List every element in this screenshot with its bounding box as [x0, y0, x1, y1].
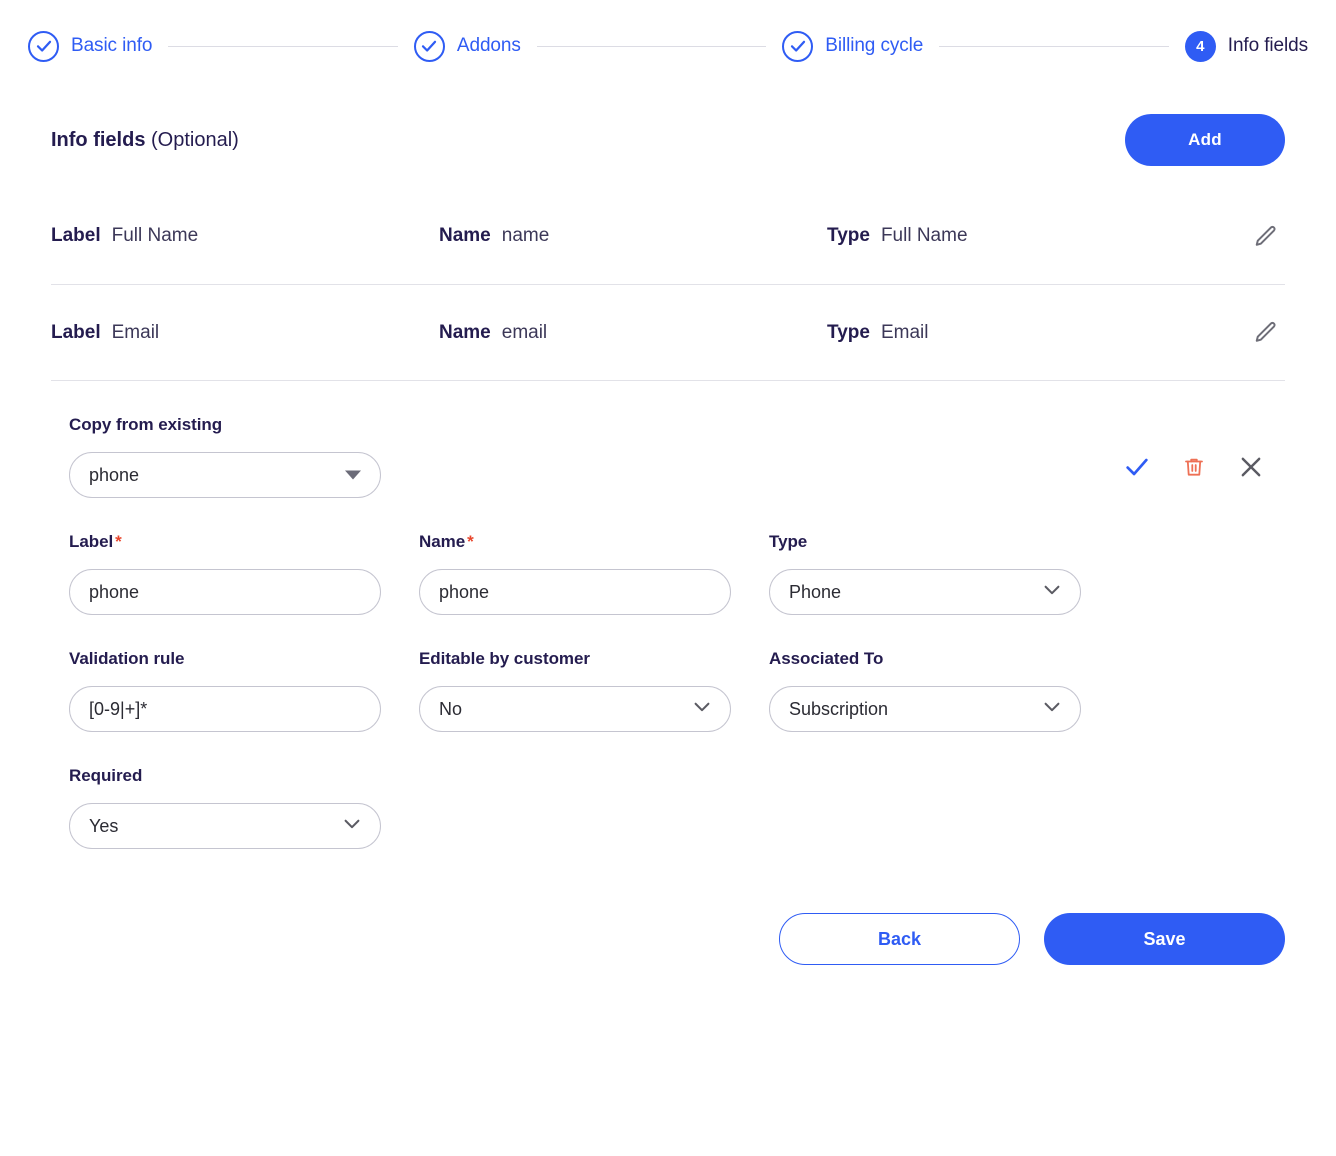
associated-to-select[interactable]: Subscription [769, 686, 1081, 732]
label-field-label-text: Label [69, 532, 114, 551]
step-connector [536, 45, 767, 47]
associated-to-label: Associated To [769, 649, 884, 668]
back-button[interactable]: Back [779, 913, 1020, 965]
label-value: Email [111, 321, 160, 343]
step-label: Info fields [1227, 35, 1309, 56]
check-circle-icon [782, 30, 814, 62]
type-select[interactable]: Phone [769, 569, 1081, 615]
required-asterisk: * [115, 532, 122, 551]
type-field-label: Type [769, 532, 808, 551]
step-billing-cycle[interactable]: Billing cycle [782, 30, 924, 62]
required-value: Yes [89, 815, 119, 836]
name-input-value: phone [439, 581, 490, 602]
label-field-label: Label * [69, 532, 381, 552]
validation-rule-value: [0-9|+]* [89, 698, 148, 719]
check-circle-icon [28, 30, 59, 62]
name-key: Name [439, 321, 491, 343]
label-input[interactable]: phone [69, 569, 381, 615]
editable-by-customer-value: No [439, 698, 463, 719]
type-select-value: Phone [789, 581, 842, 602]
required-group: Required Yes [69, 766, 381, 849]
type-key: Type [827, 225, 870, 246]
chevron-down-icon [345, 470, 361, 480]
chevron-down-icon [1041, 579, 1063, 606]
copy-from-existing-value: phone [89, 464, 140, 485]
name-value: email [501, 321, 548, 343]
name-key: Name [439, 225, 491, 246]
validation-rule-label: Validation rule [69, 649, 185, 668]
editor-row-3: Required Yes [69, 766, 1267, 849]
table-row: Label Full Name Name name Type Full Name [51, 188, 1285, 284]
step-connector [939, 45, 1169, 47]
required-select[interactable]: Yes [69, 803, 381, 849]
step-connector [168, 45, 398, 47]
associated-to-value: Subscription [789, 698, 889, 719]
row-name-cell: Name email [439, 322, 827, 344]
step-basic-info[interactable]: Basic info [28, 30, 153, 62]
step-number-badge: 4 [1184, 30, 1216, 62]
name-input[interactable]: phone [419, 569, 731, 615]
name-field-label: Name * [419, 532, 731, 552]
pencil-icon[interactable] [1245, 216, 1285, 256]
row-type-cell: Type Email [827, 322, 1245, 344]
type-field-group: Type Phone [769, 532, 1081, 615]
field-editor-panel: Copy from existing phone Label * phone N… [51, 381, 1285, 849]
close-icon[interactable] [1235, 451, 1267, 483]
step-info-fields[interactable]: 4 Info fields [1184, 30, 1309, 62]
wizard-stepper: Basic info Addons Billing cycle 4 Info f… [0, 0, 1336, 92]
copy-from-existing-row: Copy from existing phone [69, 415, 1267, 498]
chevron-down-icon [691, 696, 713, 723]
type-value: Full Name [880, 225, 968, 246]
label-key: Label [51, 225, 101, 246]
label-field-group: Label * phone [69, 532, 381, 615]
name-value: name [501, 225, 550, 246]
step-label: Basic info [71, 35, 153, 56]
row-name-cell: Name name [439, 225, 827, 247]
editor-row-2: Validation rule [0-9|+]* Editable by cus… [69, 649, 1267, 732]
required-label: Required [69, 766, 143, 785]
check-circle-icon [413, 30, 445, 62]
pencil-icon[interactable] [1245, 313, 1285, 353]
editable-by-customer-label: Editable by customer [419, 649, 590, 668]
editor-actions [1121, 415, 1267, 483]
copy-from-existing-label: Copy from existing [69, 415, 223, 434]
footer-actions: Back Save [0, 913, 1336, 965]
label-key: Label [51, 321, 101, 343]
step-label: Billing cycle [825, 35, 924, 56]
validation-rule-group: Validation rule [0-9|+]* [69, 649, 381, 732]
step-label: Addons [456, 35, 521, 56]
validation-rule-input[interactable]: [0-9|+]* [69, 686, 381, 732]
name-field-label-text: Name [419, 532, 466, 551]
check-icon[interactable] [1121, 451, 1153, 483]
copy-from-existing-select[interactable]: phone [69, 452, 381, 498]
editable-by-customer-select[interactable]: No [419, 686, 731, 732]
editable-by-customer-group: Editable by customer No [419, 649, 731, 732]
row-label-cell: Label Full Name [51, 225, 439, 247]
page-title-bold: Info fields [51, 128, 146, 151]
editor-row-1: Label * phone Name * phone Type Phone [69, 532, 1267, 615]
save-button[interactable]: Save [1044, 913, 1285, 965]
associated-to-group: Associated To Subscription [769, 649, 1081, 732]
type-key: Type [827, 321, 870, 343]
info-fields-card: Info fields (Optional) Add Label Full Na… [0, 92, 1336, 849]
chevron-down-icon [1041, 696, 1063, 723]
trash-icon[interactable] [1178, 451, 1210, 483]
row-label-cell: Label Email [51, 322, 439, 344]
existing-fields-list: Label Full Name Name name Type Full Name… [51, 188, 1285, 381]
copy-from-existing-group: Copy from existing phone [69, 415, 381, 498]
name-field-group: Name * phone [419, 532, 731, 615]
section-header: Info fields (Optional) Add [51, 92, 1285, 188]
step-addons[interactable]: Addons [413, 30, 521, 62]
table-row: Label Email Name email Type Email [51, 284, 1285, 380]
chevron-down-icon [341, 813, 363, 840]
page-title: Info fields (Optional) [51, 129, 239, 152]
label-value: Full Name [111, 225, 199, 246]
add-button[interactable]: Add [1125, 114, 1285, 166]
label-input-value: phone [89, 581, 140, 602]
type-value: Email [880, 321, 929, 343]
page-title-optional: (Optional) [145, 128, 239, 151]
required-asterisk: * [467, 532, 474, 551]
row-type-cell: Type Full Name [827, 225, 1245, 247]
